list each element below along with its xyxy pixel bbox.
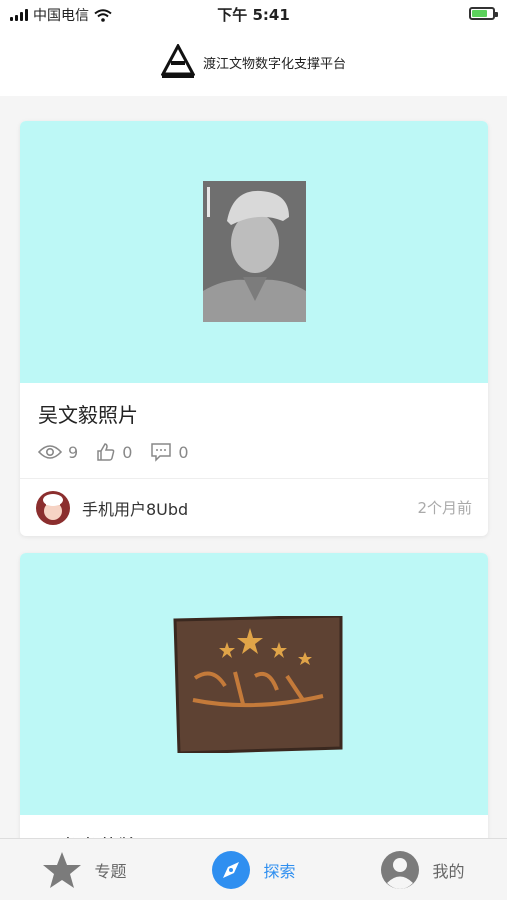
eye-icon xyxy=(38,445,62,459)
tab-label: 探索 xyxy=(263,861,296,881)
comments-count: 0 xyxy=(178,442,189,462)
app-logo-icon xyxy=(160,44,195,78)
user-icon xyxy=(381,850,420,889)
tab-bar: 专题 探索 我的 xyxy=(0,838,507,900)
likes-count: 0 xyxy=(122,442,133,462)
feed[interactable]: 吴文毅照片 9 0 0 手机用户8Ubd 2个月前 xyxy=(0,96,507,838)
artifact-card[interactable]: 吴文毅照片 9 0 0 手机用户8Ubd 2个月前 xyxy=(20,121,488,536)
comment-icon[interactable] xyxy=(150,442,172,462)
avatar[interactable] xyxy=(36,490,70,525)
card-title[interactable]: 吴文毅照片 xyxy=(20,383,488,428)
thumbs-up-icon[interactable] xyxy=(96,442,116,462)
card-image-area[interactable] xyxy=(20,121,488,383)
views-count: 9 xyxy=(68,442,79,462)
card-footer: 手机用户8Ubd 2个月前 xyxy=(20,478,488,536)
portrait-photo-icon xyxy=(203,181,306,322)
card-title[interactable]: 王光光荣牌 xyxy=(20,815,488,838)
post-time: 2个月前 xyxy=(417,499,472,517)
card-stats: 9 0 0 xyxy=(20,428,488,478)
tab-mine[interactable]: 我的 xyxy=(338,839,507,900)
artifact-card[interactable]: 王光光荣牌 xyxy=(20,553,488,838)
battery-level xyxy=(472,10,488,17)
battery-icon xyxy=(469,7,498,20)
chef-avatar-icon xyxy=(36,490,70,525)
views-stat: 9 xyxy=(38,443,78,462)
app-header: 渡江文物数字化支撑平台 xyxy=(0,28,507,96)
status-bar: 中国电信 下午 5:41 xyxy=(0,0,507,28)
tab-label: 专题 xyxy=(94,861,127,881)
tab-topics[interactable]: 专题 xyxy=(0,839,169,900)
clock: 下午 5:41 xyxy=(217,6,290,24)
author-name[interactable]: 手机用户8Ubd xyxy=(82,496,188,520)
card-image-area[interactable] xyxy=(20,553,488,815)
likes-stat[interactable]: 0 xyxy=(96,442,132,462)
tab-explore[interactable]: 探索 xyxy=(169,839,338,900)
compass-icon xyxy=(212,850,251,889)
tab-label: 我的 xyxy=(432,861,465,881)
honor-plaque-icon xyxy=(173,616,343,753)
app-title: 渡江文物数字化支撑平台 xyxy=(202,56,346,72)
star-icon xyxy=(43,851,82,888)
comments-stat[interactable]: 0 xyxy=(150,442,189,462)
